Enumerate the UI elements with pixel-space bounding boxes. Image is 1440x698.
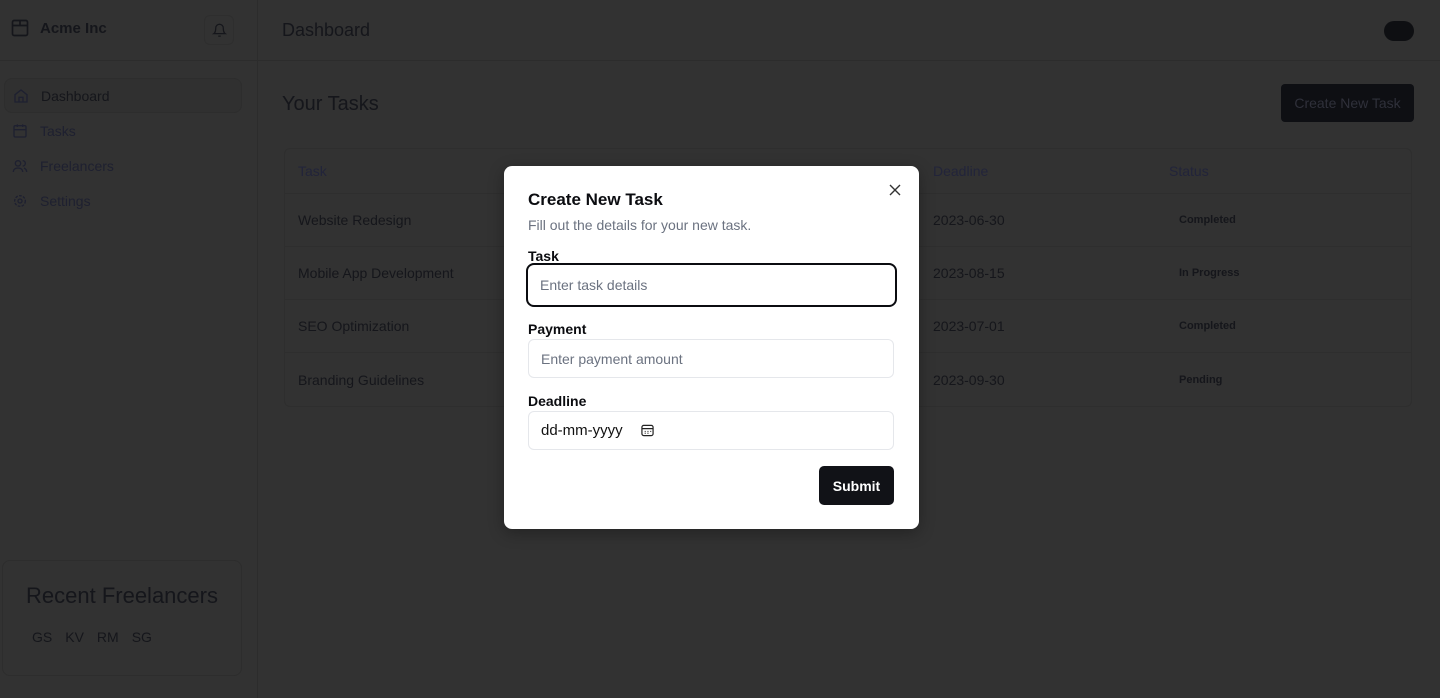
deadline-label: Deadline [528,393,587,409]
task-label: Task [528,248,559,264]
payment-label: Payment [528,321,587,337]
freelancer-avatar[interactable]: RM [97,629,119,645]
sidebar-item-freelancers[interactable]: Freelancers [4,148,242,183]
status-badge: Completed [1179,214,1236,226]
close-icon[interactable] [887,182,903,198]
table-cell: Website Redesign [298,212,412,228]
dialog-subtitle: Fill out the details for your new task. [528,217,752,233]
freelancer-avatar[interactable]: SG [132,629,152,645]
brand[interactable]: Acme Inc [10,18,107,38]
page-title: Dashboard [282,20,371,40]
users-icon [12,159,28,172]
submit-button[interactable]: Submit [819,466,894,505]
sidebar-item-label: Freelancers [40,157,114,174]
freelancer-avatars: GS KV RM SG [32,629,152,645]
recent-freelancers-card: Recent Freelancers GS KV RM SG [2,560,242,676]
table-cell: 2023-09-30 [933,371,1005,388]
status-badge: Pending [1179,373,1223,386]
tasks-title: Your Tasks [282,93,379,115]
deadline-placeholder: dd-mm-yyyy [541,422,623,439]
brand-name: Acme Inc [40,19,107,37]
task-input[interactable] [526,263,897,307]
sidebar-nav: Dashboard Tasks Freelancers Settings [4,78,242,218]
calendar-icon[interactable] [640,424,654,437]
sidebar-item-settings[interactable]: Settings [4,183,242,218]
column-header: Task [298,163,327,179]
user-avatar[interactable] [1384,21,1414,41]
table-cell: 2023-08-15 [933,265,1005,281]
payment-input[interactable] [528,339,894,378]
status-badge: Completed [1179,320,1236,332]
column-header: Deadline [933,163,989,179]
freelancer-avatar[interactable]: GS [32,629,52,645]
table-cell: Branding Guidelines [298,371,425,388]
status-badge: In Progress [1179,267,1240,279]
sidebar: Acme Inc Dashboard Tasks Freelancers Settin… [0,0,258,698]
bell-icon [211,23,227,37]
table-cell: Mobile App Development [298,265,454,281]
divider [0,60,258,61]
sidebar-item-dashboard[interactable]: Dashboard [4,78,242,113]
home-icon [14,88,28,103]
recent-freelancers-title: Recent Freelancers [26,583,218,608]
dialog-title: Create New Task [528,190,663,209]
sidebar-item-label: Tasks [40,122,76,139]
create-task-dialog: Create New Task Fill out the details for… [504,166,919,529]
table-cell: 2023-07-01 [933,318,1005,334]
sidebar-item-tasks[interactable]: Tasks [4,113,242,148]
create-new-task-button[interactable]: Create New Task [1281,84,1414,122]
table-cell: SEO Optimization [298,318,410,334]
gear-icon [14,194,26,207]
notifications-button[interactable] [204,15,234,45]
table-cell: 2023-06-30 [933,212,1005,228]
freelancer-avatar[interactable]: KV [65,629,84,645]
calendar-icon [13,123,27,138]
divider [258,60,1440,61]
sidebar-item-label: Dashboard [41,87,110,104]
package-icon [11,19,29,37]
column-header: Status [1169,163,1209,179]
sidebar-item-label: Settings [40,192,91,209]
deadline-input[interactable]: dd-mm-yyyy [528,411,894,450]
